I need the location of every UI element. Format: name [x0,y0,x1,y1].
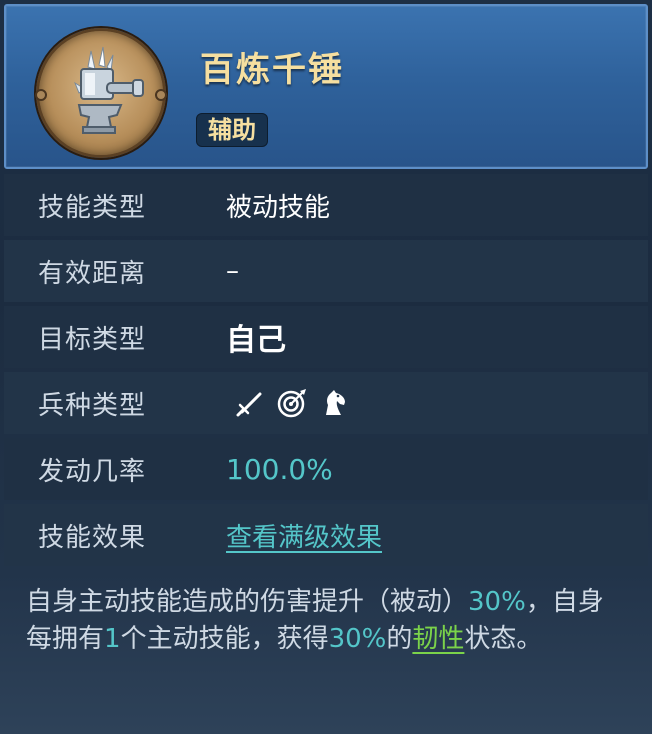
row-unit-type: 兵种类型 [4,372,648,434]
desc-text: 个主动技能，获得 [120,624,329,654]
desc-value: 1 [104,624,121,654]
skill-card: 百炼千锤 辅助 技能类型 被动技能 有效距离 – 目标类型 自己 兵种类型 发动… [0,0,652,734]
sword-icon [236,392,262,417]
skill-type-badge: 辅助 [196,113,268,147]
row-label: 目标类型 [38,324,147,355]
desc-text: 状态。 [464,624,543,654]
target-type-value: 自己 [226,323,286,358]
skill-description: 自身主动技能造成的伤害提升（被动）30%，自身每拥有1个主动技能，获得30%的韧… [26,584,626,658]
row-label: 有效距离 [38,258,147,289]
desc-text: 的 [386,624,413,654]
row-skill-effect: 技能效果 查看满级效果 [4,504,648,566]
tenacity-keyword-link[interactable]: 韧性 [412,624,464,654]
skill-attributes: 技能类型 被动技能 有效距离 – 目标类型 自己 兵种类型 发动几率 100.0… [4,174,648,570]
row-label: 技能效果 [38,522,147,553]
row-target-type: 目标类型 自己 [4,306,648,368]
skill-header: 百炼千锤 辅助 [4,4,648,169]
unit-type-icons [234,387,350,419]
row-label: 技能类型 [38,192,147,223]
row-effective-range: 有效距离 – [4,240,648,302]
view-max-level-effect-link[interactable]: 查看满级效果 [226,517,382,554]
trigger-rate-value: 100.0% [226,452,333,486]
row-label: 兵种类型 [38,390,147,421]
desc-value: 30% [468,587,526,617]
bow-target-icon [277,389,306,418]
row-skill-type: 技能类型 被动技能 [4,174,648,236]
row-label: 发动几率 [38,456,147,487]
row-trigger-rate: 发动几率 100.0% [4,438,648,500]
effective-range-value: – [226,256,239,286]
hammer-icon [73,46,144,134]
skill-type-value: 被动技能 [226,192,331,223]
skill-icon-frame [35,28,167,158]
horse-icon [326,390,345,415]
desc-text: 自身主动技能造成的伤害提升（被动） [26,587,469,617]
skill-name: 百炼千锤 [200,50,344,90]
desc-value: 30% [328,624,387,654]
